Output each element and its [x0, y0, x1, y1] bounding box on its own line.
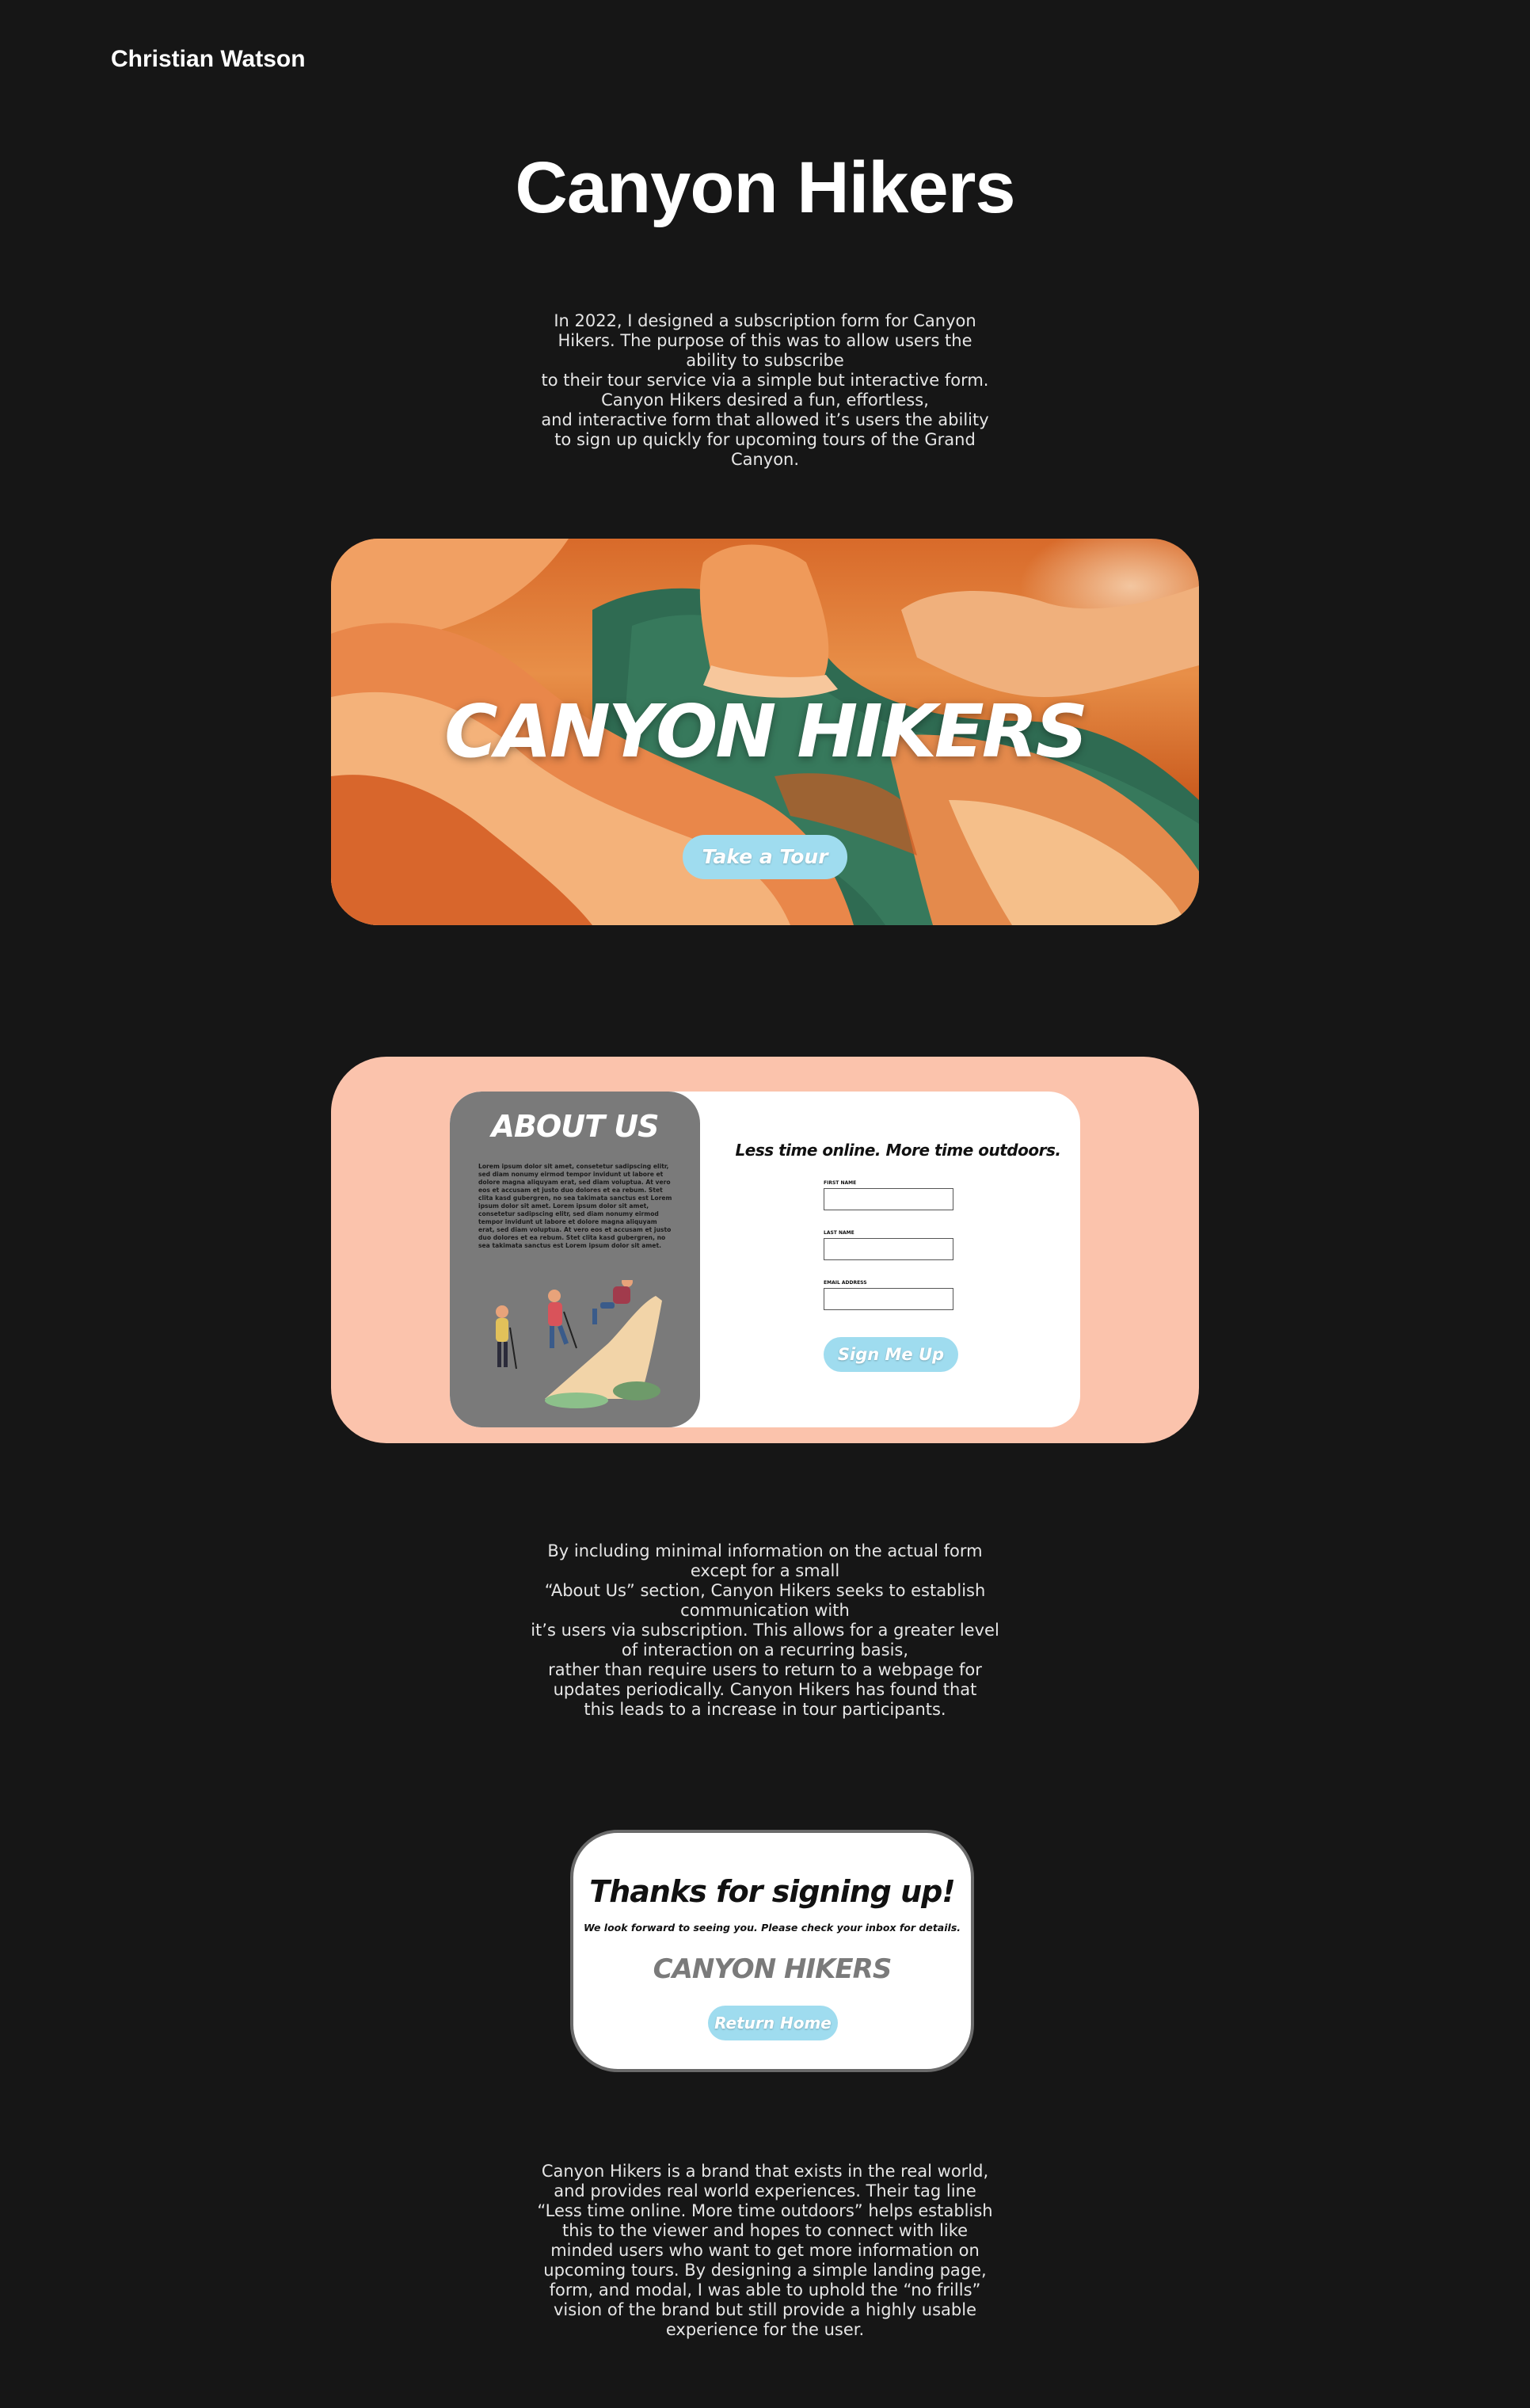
- page-title: Canyon Hikers: [515, 147, 1015, 228]
- middle-line: “About Us” section, Canyon Hikers seeks …: [544, 1581, 986, 1600]
- middle-line: rather than require users to return to a…: [548, 1660, 982, 1679]
- thank-you-modal: Thanks for signing up! We look forward t…: [570, 1830, 974, 2072]
- middle-line: updates periodically. Canyon Hikers has …: [553, 1680, 977, 1699]
- sign-me-up-button[interactable]: Sign Me Up: [824, 1337, 958, 1372]
- first-name-field[interactable]: [824, 1188, 953, 1210]
- closing-line: vision of the brand but still provide a …: [554, 2300, 976, 2319]
- hero-mockup: CANYON HIKERS Take a Tour: [331, 539, 1199, 925]
- site-name[interactable]: Christian Watson: [111, 46, 306, 73]
- middle-line: By including minimal information on the …: [547, 1541, 983, 1560]
- intro-line: In 2022, I designed a subscription form …: [554, 311, 976, 330]
- closing-line: upcoming tours. By designing a simple la…: [543, 2261, 987, 2280]
- last-name-field[interactable]: [824, 1238, 953, 1260]
- first-name-label: FIRST NAME: [824, 1180, 857, 1186]
- about-us-panel: ABOUT US Lorem ipsum dolor sit amet, con…: [450, 1092, 700, 1427]
- closing-line: Canyon Hikers is a brand that exists in …: [541, 2162, 989, 2181]
- email-field[interactable]: [824, 1288, 953, 1310]
- intro-line: to their tour service via a simple but i…: [541, 371, 989, 390]
- middle-line: communication with: [680, 1601, 850, 1620]
- closing-line: and provides real world experiences. The…: [554, 2181, 976, 2200]
- intro-line: to sign up quickly for upcoming tours of…: [554, 430, 976, 449]
- form-tagline: Less time online. More time outdoors.: [735, 1141, 1061, 1160]
- closing-paragraph: Canyon Hikers is a brand that exists in …: [527, 2162, 1003, 2340]
- hero-title: CANYON HIKERS: [444, 689, 1088, 774]
- email-label: EMAIL ADDRESS: [824, 1280, 867, 1286]
- hikers-illustration: [496, 1280, 662, 1408]
- form-window: ABOUT US Lorem ipsum dolor sit amet, con…: [450, 1092, 1080, 1427]
- modal-title: Thanks for signing up!: [589, 1874, 955, 1909]
- about-us-body: Lorem ipsum dolor sit amet, consetetur s…: [478, 1163, 672, 1249]
- middle-paragraph: By including minimal information on the …: [527, 1541, 1003, 1720]
- about-us-title: ABOUT US: [491, 1109, 660, 1144]
- intro-line: ability to subscribe: [686, 351, 844, 370]
- intro-line: and interactive form that allowed it’s u…: [541, 410, 989, 429]
- modal-subtitle: We look forward to seeing you. Please ch…: [583, 1922, 961, 1934]
- closing-line: form, and modal, I was able to uphold th…: [549, 2280, 981, 2299]
- closing-line: experience for the user.: [665, 2320, 865, 2339]
- intro-line: Hikers. The purpose of this was to allow…: [558, 331, 972, 350]
- middle-line: it’s users via subscription. This allows…: [531, 1621, 999, 1640]
- middle-line: of interaction on a recurring basis,: [621, 1640, 909, 1659]
- intro-line: Canyon.: [730, 450, 800, 469]
- last-name-label: LAST NAME: [824, 1230, 854, 1236]
- middle-line: except for a small: [690, 1561, 840, 1580]
- intro-paragraph: In 2022, I designed a subscription form …: [527, 311, 1003, 470]
- modal-brand: CANYON HIKERS: [653, 1953, 892, 1985]
- closing-line: “Less time online. More time outdoors” h…: [537, 2201, 993, 2220]
- closing-line: minded users who want to get more inform…: [550, 2241, 980, 2260]
- return-home-button[interactable]: Return Home: [708, 2006, 838, 2040]
- middle-line: this leads to a increase in tour partici…: [584, 1700, 946, 1719]
- closing-line: this to the viewer and hopes to connect …: [561, 2221, 969, 2240]
- take-a-tour-button[interactable]: Take a Tour: [683, 835, 847, 879]
- intro-line: Canyon Hikers desired a fun, effortless,: [601, 391, 929, 410]
- signup-form-mockup: ABOUT US Lorem ipsum dolor sit amet, con…: [331, 1057, 1199, 1443]
